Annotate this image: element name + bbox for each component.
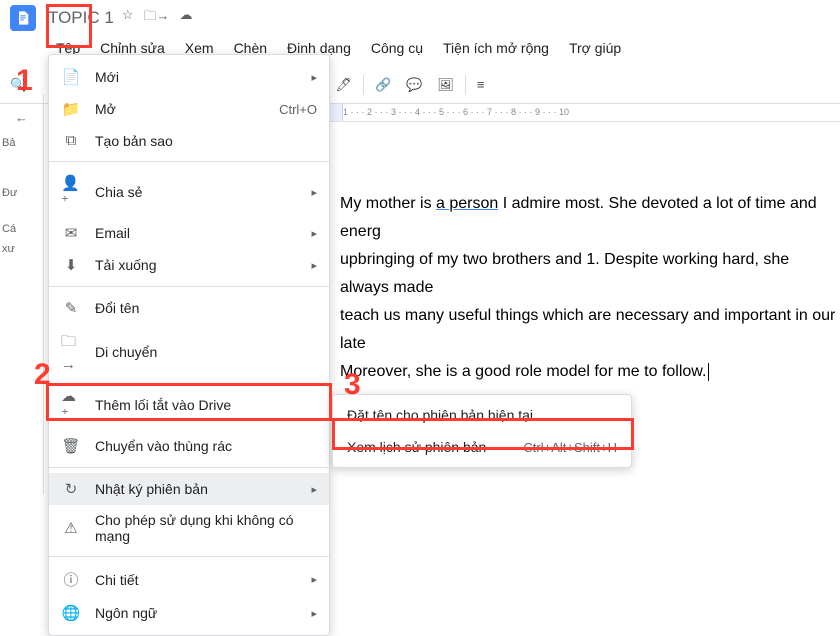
menu-item-icon: ⧉ <box>61 132 81 149</box>
cloud-icon[interactable]: ☁ <box>180 7 193 29</box>
menu-help[interactable]: Trợ giúp <box>561 36 629 60</box>
docs-logo[interactable] <box>10 5 36 31</box>
dd-item[interactable]: 👤⁺Chia sẻ▸ <box>49 167 329 217</box>
align-button[interactable]: ≡ <box>471 73 491 96</box>
dd-item[interactable]: 🗀→Di chuyển <box>49 324 329 380</box>
menu-item-icon: ↻ <box>61 480 81 498</box>
sm-item[interactable]: Xem lịch sử phiên bảnCtrl+Alt+Shift+H <box>333 431 631 463</box>
dd-item[interactable]: 📁MởCtrl+O <box>49 93 329 125</box>
header: TOPIC 1 ☆ 🗀→ ☁ <box>0 0 840 36</box>
menu-item-icon: ✎ <box>61 299 81 317</box>
dd-item[interactable]: ✎Đổi tên <box>49 292 329 324</box>
star-icon[interactable]: ☆ <box>122 7 134 29</box>
dd-item[interactable]: ⚠Cho phép sử dụng khi không có mạng <box>49 505 329 551</box>
document-body[interactable]: My mother is a person I admire most. She… <box>340 190 840 386</box>
dd-item[interactable]: 🌐Ngôn ngữ▸ <box>49 597 329 629</box>
menu-item-icon: 📁 <box>61 100 81 118</box>
dd-item[interactable]: 🗑Chuyển vào thùng rác <box>49 430 329 462</box>
dd-item[interactable]: ☁⁺Thêm lối tắt vào Drive <box>49 380 329 430</box>
menu-item-icon: ☁⁺ <box>61 387 81 423</box>
back-icon[interactable]: ← <box>0 102 43 133</box>
menu-item-icon: ⚠ <box>61 519 81 537</box>
menu-item-icon: ⬇ <box>61 256 81 274</box>
menu-item-icon: 👤⁺ <box>61 174 81 210</box>
highlight-button[interactable]: 🖊 <box>329 73 358 97</box>
dd-item[interactable]: ↻Nhật ký phiên bản▸ <box>49 473 329 505</box>
menu-item-icon: 🌐 <box>61 604 81 622</box>
file-dropdown: 📄Mới▸📁MởCtrl+O⧉Tạo bản sao 👤⁺Chia sẻ▸✉Ema… <box>48 54 330 636</box>
sm-item[interactable]: Đặt tên cho phiên bản hiện tại <box>333 399 631 431</box>
version-submenu: Đặt tên cho phiên bản hiện tạiXem lịch s… <box>332 394 632 468</box>
menu-tools[interactable]: Công cụ <box>363 36 431 60</box>
menu-item-icon: ✉ <box>61 224 81 242</box>
dd-item[interactable]: ⓘChi tiết▸ <box>49 562 329 597</box>
search-icon[interactable]: 🔍 <box>10 77 26 93</box>
menu-item-icon: ⓘ <box>61 569 81 590</box>
dd-item[interactable]: ⬇Tải xuống▸ <box>49 249 329 281</box>
menu-item-icon: 🗑 <box>61 437 81 455</box>
dd-item[interactable]: 📄Mới▸ <box>49 61 329 93</box>
dd-item[interactable]: ✉Email▸ <box>49 217 329 249</box>
dd-item[interactable]: ⧉Tạo bản sao <box>49 125 329 156</box>
title-actions: ☆ 🗀→ ☁ <box>122 7 193 29</box>
image-button[interactable]: 🖼 <box>431 73 460 97</box>
menu-item-icon: 📄 <box>61 68 81 86</box>
menu-item-icon: 🗀→ <box>61 331 81 373</box>
comment-button[interactable]: 💬 <box>400 73 428 97</box>
link-button[interactable]: 🔗 <box>369 73 397 97</box>
move-icon[interactable]: 🗀→ <box>143 7 169 29</box>
menu-ext[interactable]: Tiện ích mở rộng <box>435 36 557 60</box>
doc-title[interactable]: TOPIC 1 <box>48 8 114 28</box>
sidebar: ← Bả Đư Cá xư <box>0 94 44 494</box>
